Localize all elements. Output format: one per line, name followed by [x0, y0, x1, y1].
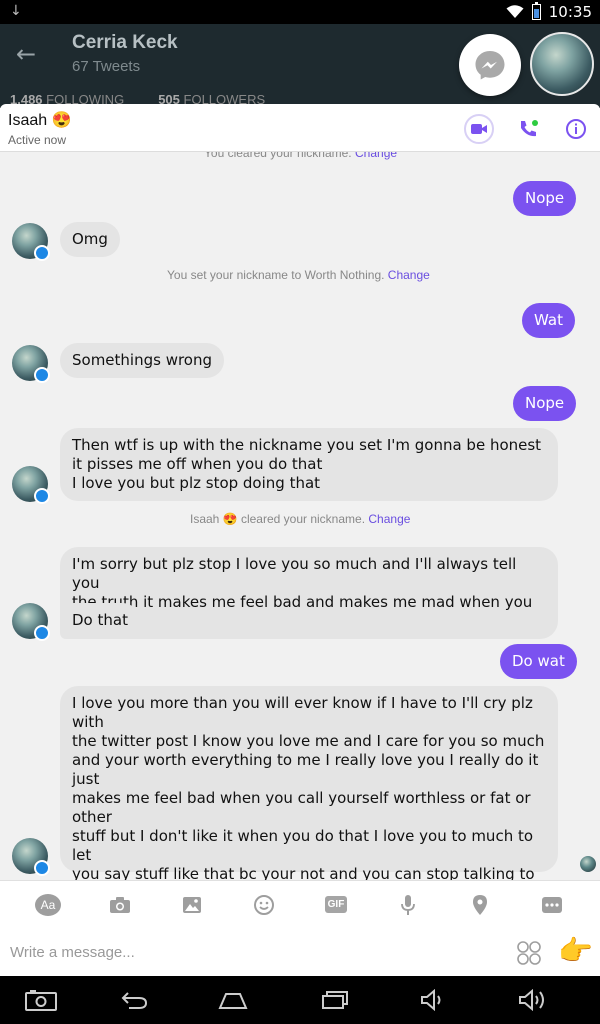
message-list[interactable]: You cleared your nickname. Change Nope O…: [0, 152, 600, 880]
back-button[interactable]: [117, 986, 151, 1014]
tweet-count: 67 Tweets: [72, 58, 141, 75]
phone-icon: [521, 120, 538, 137]
home-icon: [218, 993, 248, 1009]
gallery-button[interactable]: [179, 892, 205, 918]
voice-call-button[interactable]: [513, 114, 543, 144]
recent-apps-button[interactable]: [318, 986, 352, 1014]
download-icon: ↓: [10, 3, 22, 19]
contact-avatar: [12, 838, 50, 876]
message-input[interactable]: [10, 938, 490, 966]
video-call-button[interactable]: [464, 114, 494, 144]
home-button[interactable]: [216, 986, 250, 1014]
battery-icon: [531, 2, 541, 20]
emoji-button[interactable]: [251, 892, 277, 918]
incoming-message[interactable]: Then wtf is up with the nickname you set…: [60, 428, 558, 501]
send-like-button[interactable]: 👉: [558, 934, 593, 967]
system-message-text: You set your nickname to Worth Nothing.: [167, 268, 385, 282]
outgoing-message[interactable]: Wat: [522, 303, 575, 338]
recent-apps-icon: [322, 991, 348, 1009]
outgoing-message[interactable]: Nope: [513, 181, 577, 216]
messenger-chathead[interactable]: [459, 34, 521, 96]
contact-chathead-avatar[interactable]: [530, 32, 594, 96]
volume-up-button[interactable]: [516, 986, 550, 1014]
image-icon: [183, 896, 201, 913]
more-options-button[interactable]: [539, 892, 565, 918]
contact-avatar: [12, 466, 50, 504]
location-button[interactable]: [467, 892, 493, 918]
system-message: Isaah 😍 cleared your nickname. Change: [190, 512, 410, 526]
aa-icon: Aa: [35, 893, 61, 916]
change-nickname-link[interactable]: Change: [355, 152, 397, 160]
composer-toolbar: Aa GIF: [0, 880, 600, 928]
contact-avatar: [12, 603, 50, 641]
location-pin-icon: [473, 894, 487, 915]
change-nickname-link[interactable]: Change: [388, 268, 430, 282]
clock: 10:35: [548, 3, 592, 21]
volume-up-icon: [519, 989, 544, 1011]
active-status: Active now: [8, 133, 67, 147]
change-nickname-link[interactable]: Change: [368, 512, 410, 526]
outgoing-message[interactable]: Do wat: [500, 644, 577, 679]
system-navigation-bar: [0, 976, 600, 1024]
sticker-icon[interactable]: [516, 940, 542, 966]
gif-button[interactable]: GIF: [323, 892, 349, 918]
profile-name: Cerria Keck: [72, 32, 178, 53]
system-message-text: Isaah 😍 cleared your nickname.: [190, 512, 366, 526]
more-icon: [542, 896, 562, 913]
volume-down-icon: [421, 989, 441, 1011]
info-icon: [566, 119, 586, 139]
outgoing-message[interactable]: Nope: [513, 386, 577, 421]
screenshot-icon: [25, 990, 57, 1011]
camera-icon: [110, 896, 130, 913]
messenger-icon: [475, 51, 505, 80]
incoming-message[interactable]: Somethings wrong: [60, 343, 225, 378]
back-icon: [121, 992, 148, 1009]
contact-avatar: [12, 223, 50, 261]
incoming-message[interactable]: Do that: [60, 603, 140, 638]
volume-down-button[interactable]: [416, 986, 450, 1014]
text-style-button[interactable]: Aa: [35, 892, 61, 918]
contact-avatar: [12, 345, 50, 383]
back-arrow-icon[interactable]: ←: [16, 40, 36, 68]
voice-record-button[interactable]: [395, 892, 421, 918]
camera-button[interactable]: [107, 892, 133, 918]
system-message: You set your nickname to Worth Nothing. …: [167, 268, 430, 282]
wifi-icon: [506, 5, 524, 18]
system-message: You cleared your nickname. Change: [204, 152, 397, 160]
contact-name[interactable]: Isaah 😍: [8, 110, 72, 130]
conversation-header: Isaah 😍 Active now: [0, 104, 600, 152]
gif-icon: GIF: [324, 896, 348, 913]
incoming-message[interactable]: I love you more than you will ever know …: [60, 686, 558, 880]
status-bar: ↓ 10:35: [0, 0, 600, 24]
seen-indicator-avatar: [580, 856, 596, 872]
info-button[interactable]: [561, 114, 591, 144]
microphone-icon: [401, 894, 415, 915]
smiley-icon: [254, 894, 274, 915]
system-message-text: You cleared your nickname.: [204, 152, 352, 160]
video-camera-icon: [471, 124, 487, 134]
message-composer: 👉: [0, 928, 600, 976]
incoming-message[interactable]: Omg: [60, 222, 120, 257]
screenshot-button[interactable]: [24, 986, 58, 1014]
